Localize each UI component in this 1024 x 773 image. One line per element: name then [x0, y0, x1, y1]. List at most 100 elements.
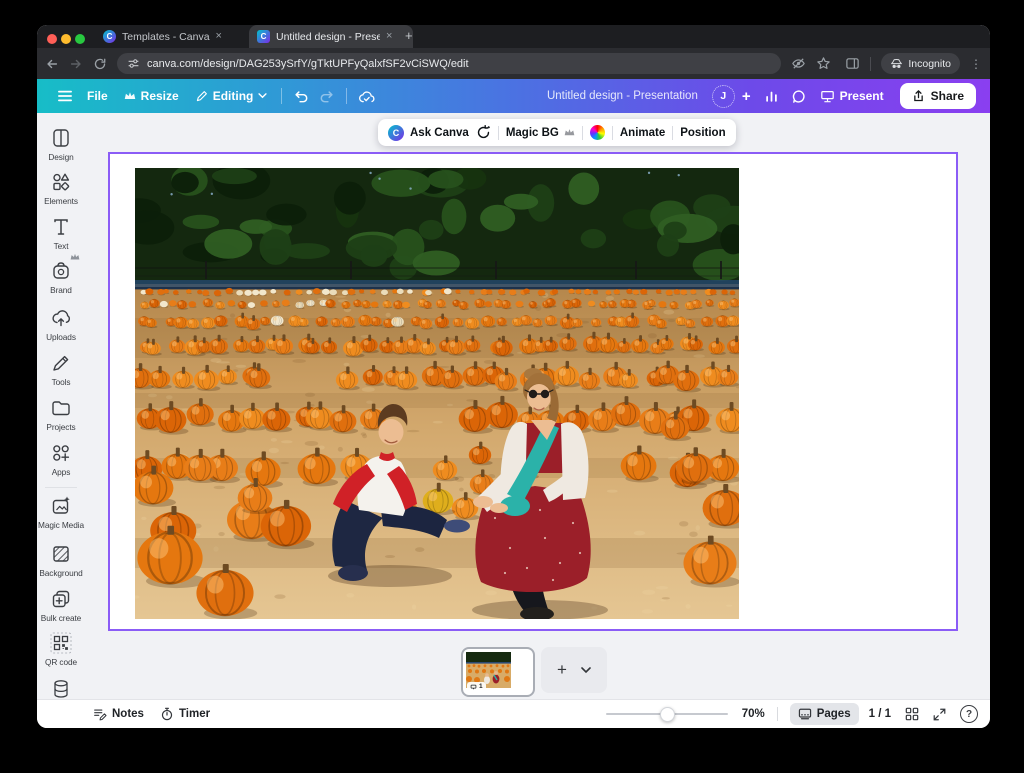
grid-view-icon[interactable]: [905, 707, 919, 721]
brand-icon: [50, 260, 72, 282]
resize-button[interactable]: Resize: [116, 83, 187, 109]
sidebar-item-label: Brand: [50, 285, 72, 295]
sidebar-item-label: Elements: [44, 196, 78, 206]
new-tab-button[interactable]: +: [405, 28, 413, 43]
forward-icon[interactable]: [69, 57, 83, 71]
insights-icon[interactable]: [758, 83, 785, 109]
sidebar-item-projects[interactable]: Projects: [37, 397, 85, 432]
pages-view-button[interactable]: Pages: [790, 703, 859, 725]
fullscreen-icon[interactable]: [933, 708, 946, 721]
apps-icon: [50, 442, 72, 464]
bookmark-star-icon[interactable]: [816, 56, 831, 71]
notes-label: Notes: [112, 708, 144, 720]
resize-label: Resize: [141, 89, 179, 103]
design-favicon: C: [257, 30, 270, 43]
tab-untitled-design[interactable]: C Untitled design - Presentation ×: [249, 25, 413, 48]
incognito-badge[interactable]: Incognito: [881, 53, 960, 74]
position-button[interactable]: Position: [680, 127, 725, 139]
add-collaborator-button[interactable]: +: [735, 83, 758, 109]
tab-title: Templates - Canva: [122, 31, 210, 43]
ask-canva-button[interactable]: C Ask Canva: [388, 125, 469, 141]
chevron-down-icon: [258, 93, 267, 99]
traffic-light-minimize[interactable]: [61, 31, 71, 49]
sidebar-item-magic-media[interactable]: Magic Media: [37, 495, 85, 530]
help-button[interactable]: ?: [960, 705, 978, 723]
crown-badge-icon: [70, 253, 80, 261]
notes-icon: [93, 707, 107, 721]
close-tab-icon[interactable]: ×: [386, 31, 392, 42]
close-tab-icon[interactable]: ×: [216, 31, 222, 42]
incognito-hat-icon: [890, 57, 903, 70]
sidebar-item-bulk-create[interactable]: Bulk create: [37, 588, 85, 623]
present-button[interactable]: Present: [812, 83, 892, 109]
tab-templates[interactable]: C Templates - Canva ×: [95, 25, 261, 48]
regenerate-icon[interactable]: [476, 125, 491, 140]
page-count: 1 / 1: [869, 708, 891, 720]
timer-label: Timer: [179, 708, 210, 720]
traffic-light-zoom[interactable]: [75, 31, 85, 49]
sidebar-item-brand[interactable]: Brand: [37, 260, 85, 295]
share-button[interactable]: Share: [900, 83, 976, 109]
add-page-button[interactable]: +: [557, 660, 567, 680]
file-label: File: [87, 89, 108, 103]
share-label: Share: [931, 89, 964, 103]
sidebar-item-text[interactable]: Text: [37, 216, 85, 251]
chevron-down-icon[interactable]: [581, 667, 591, 674]
browser-menu-icon[interactable]: ⋮: [970, 57, 982, 71]
add-page-control: +: [541, 647, 607, 693]
bulk-create-icon: [50, 588, 72, 610]
ask-canva-label: Ask Canva: [410, 127, 469, 139]
reload-icon[interactable]: [93, 57, 107, 71]
notes-button[interactable]: Notes: [93, 707, 144, 721]
cloud-save-status-icon: [353, 83, 380, 109]
pencil-icon: [195, 90, 208, 103]
password-hidden-icon[interactable]: [791, 56, 806, 71]
sidebar-item-label: Apps: [52, 467, 71, 477]
editing-mode-button[interactable]: Editing: [187, 83, 276, 109]
present-label: Present: [840, 89, 884, 103]
zoom-slider[interactable]: [606, 713, 728, 716]
design-photo[interactable]: [135, 168, 739, 619]
zoom-level[interactable]: 70%: [742, 708, 765, 720]
magic-bg-button[interactable]: Magic BG: [506, 127, 575, 139]
sidebar-item-background[interactable]: Background: [37, 543, 85, 578]
canva-logo-icon: C: [388, 125, 404, 141]
traffic-light-close[interactable]: [47, 31, 57, 49]
sidebar-item-uploads[interactable]: Uploads: [37, 307, 85, 342]
magic-bg-label: Magic BG: [506, 127, 559, 139]
animate-button[interactable]: Animate: [620, 127, 665, 139]
context-toolbar: C Ask Canva Magic BG Animate Position: [378, 119, 736, 146]
present-screen-icon: [820, 89, 835, 103]
crown-icon: [564, 128, 575, 137]
avatar[interactable]: J: [712, 85, 735, 108]
sidebar-item-elements[interactable]: Elements: [37, 171, 85, 206]
sidebar-item-design[interactable]: Design: [37, 127, 85, 162]
zoom-slider-knob[interactable]: [660, 707, 675, 722]
sidebar-item-label: Tools: [52, 377, 71, 387]
undo-icon[interactable]: [288, 83, 314, 109]
design-page[interactable]: [108, 152, 958, 631]
page-thumbnail[interactable]: 1: [461, 647, 535, 697]
site-settings-icon[interactable]: [127, 57, 140, 70]
tab-title: Untitled design - Presentation: [276, 31, 380, 43]
main-menu-icon[interactable]: [51, 83, 79, 109]
sidebar-item-apps[interactable]: Apps: [37, 442, 85, 477]
pages-label: Pages: [817, 708, 851, 720]
back-icon[interactable]: [45, 57, 59, 71]
address-bar[interactable]: canva.com/design/DAG253ySrfY/gTktUPFyQal…: [117, 53, 781, 74]
sidebar-item-label: Bulk create: [41, 613, 81, 623]
document-title[interactable]: Untitled design - Presentation: [547, 90, 698, 102]
color-wheel-icon[interactable]: [590, 125, 605, 140]
redo-icon[interactable]: [314, 83, 340, 109]
timer-button[interactable]: Timer: [160, 707, 210, 721]
comment-icon[interactable]: [785, 83, 812, 109]
file-menu-button[interactable]: File: [79, 83, 116, 109]
sidebar-item-qr-code[interactable]: QR code: [37, 632, 85, 667]
side-panel-icon[interactable]: [845, 56, 860, 71]
status-bar: Notes Timer 70% Pages 1 / 1 ?: [37, 699, 990, 728]
sidebar-item-label: QR code: [45, 657, 77, 667]
page-number-badge: 1: [467, 682, 486, 691]
background-icon: [50, 543, 72, 565]
canva-favicon: C: [103, 30, 116, 43]
sidebar-item-tools[interactable]: Tools: [37, 352, 85, 387]
